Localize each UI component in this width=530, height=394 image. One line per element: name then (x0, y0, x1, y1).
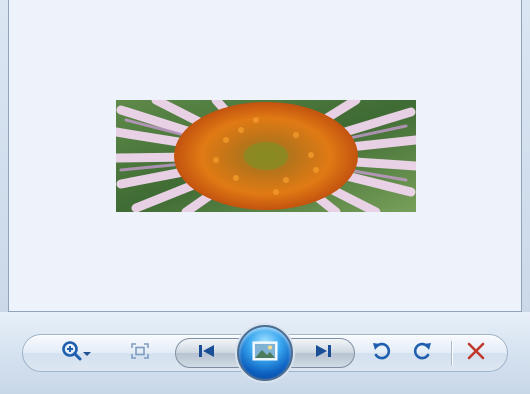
zoom-button[interactable] (56, 340, 96, 367)
rotate-counterclockwise-icon (371, 340, 393, 367)
actual-size-button[interactable] (128, 342, 152, 364)
rotate-clockwise-button[interactable] (409, 340, 435, 366)
zoom-in-icon (61, 340, 83, 367)
photo-viewer-window (0, 0, 530, 394)
next-icon (314, 344, 332, 363)
delete-icon (467, 342, 485, 365)
delete-button[interactable] (463, 340, 489, 366)
slideshow-icon (252, 341, 278, 366)
flower-photo[interactable] (116, 100, 416, 212)
previous-button[interactable] (192, 341, 222, 365)
chevron-down-icon (83, 344, 91, 362)
next-button[interactable] (308, 341, 338, 365)
slideshow-button[interactable] (237, 325, 293, 381)
rotate-counterclockwise-button[interactable] (369, 340, 395, 366)
rotate-clockwise-icon (411, 340, 433, 367)
fit-to-window-icon (131, 342, 149, 364)
previous-icon (198, 344, 216, 363)
image-viewport[interactable] (8, 0, 522, 312)
toolbar-divider (451, 341, 452, 365)
